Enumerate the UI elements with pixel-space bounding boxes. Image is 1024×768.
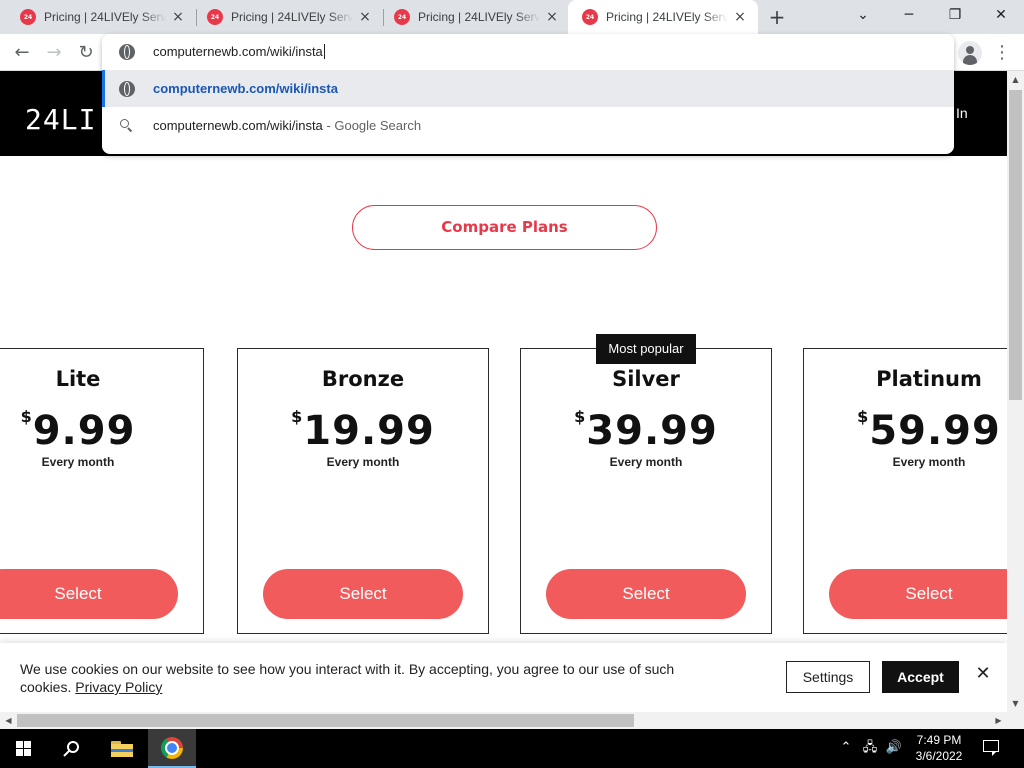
plan-price: $39.99 <box>574 407 718 454</box>
suggestion-text: computernewb.com/wiki/insta - Google Sea… <box>153 118 422 133</box>
taskbar-clock[interactable]: 7:49 PM 3/6/2022 <box>906 732 972 764</box>
search-icon <box>63 740 80 757</box>
plan-price: $59.99 <box>857 407 1001 454</box>
profile-avatar-icon[interactable] <box>958 41 982 65</box>
new-tab-button[interactable]: + <box>766 6 788 28</box>
search-icon <box>120 119 133 133</box>
select-plan-button[interactable]: Select <box>546 569 746 619</box>
back-icon[interactable]: ← <box>8 39 36 67</box>
forward-icon[interactable]: → <box>40 39 68 67</box>
tab-close-icon[interactable]: × <box>544 9 560 25</box>
cookie-banner: We use cookies on our website to see how… <box>0 643 1007 712</box>
tab-1[interactable]: 24 Pricing | 24LIVEly Serve × <box>6 0 196 34</box>
close-icon[interactable]: ✕ <box>973 664 993 684</box>
clock-time: 7:49 PM <box>916 733 962 747</box>
plan-card-platinum: Platinum $59.99 Every month Select <box>803 348 1007 634</box>
plan-card-silver: Silver $39.99 Every month Select <box>520 348 772 634</box>
browser-menu-icon[interactable]: ⋮ <box>992 40 1012 66</box>
plan-name: Platinum <box>876 367 982 391</box>
scroll-down-icon[interactable]: ▼ <box>1007 695 1024 712</box>
address-bar[interactable]: computernewb.com/wiki/insta <box>102 34 954 70</box>
windows-taskbar: ⌃ 🖧 🔊 7:49 PM 3/6/2022 <box>0 729 1024 768</box>
volume-icon[interactable]: 🔊 <box>884 740 904 756</box>
plan-period: Every month <box>892 455 966 469</box>
tab-title: Pricing | 24LIVEly Serve <box>606 10 728 24</box>
plan-period: Every month <box>41 455 115 469</box>
globe-icon <box>119 44 135 60</box>
scroll-left-icon[interactable]: ◀ <box>0 712 17 729</box>
reload-icon[interactable]: ↻ <box>72 39 100 67</box>
site-logo[interactable]: 24LI <box>25 103 96 136</box>
scroll-up-icon[interactable]: ▲ <box>1007 71 1024 88</box>
vertical-scrollbar[interactable]: ▲ ▼ <box>1007 71 1024 712</box>
tab-favicon-icon: 24 <box>20 9 36 25</box>
horizontal-scrollbar[interactable]: ◀ ▶ <box>0 712 1024 729</box>
plan-price: $9.99 <box>20 407 136 454</box>
file-explorer-button[interactable] <box>98 729 146 768</box>
plan-card-lite: Lite $9.99 Every month Select <box>0 348 204 634</box>
plan-period: Every month <box>326 455 400 469</box>
start-button[interactable] <box>0 729 48 768</box>
scrollbar-thumb[interactable] <box>17 714 634 727</box>
plan-card-bronze: Bronze $19.99 Every month Select <box>237 348 489 634</box>
omnibox-suggestion-url[interactable]: computernewb.com/wiki/insta <box>102 70 954 107</box>
plan-price: $19.99 <box>291 407 435 454</box>
suggestion-text: computernewb.com/wiki/insta <box>153 81 338 96</box>
omnibox-dropdown: computernewb.com/wiki/insta computernewb… <box>102 34 954 154</box>
network-icon[interactable]: 🖧 <box>861 740 879 756</box>
tab-strip: 24 Pricing | 24LIVEly Serve × 24 Pricing… <box>0 0 1024 34</box>
tab-favicon-icon: 24 <box>394 9 410 25</box>
globe-icon <box>119 81 135 97</box>
scroll-right-icon[interactable]: ▶ <box>990 712 1007 729</box>
close-window-icon[interactable]: ✕ <box>978 0 1024 30</box>
privacy-policy-link[interactable]: Privacy Policy <box>75 679 162 695</box>
clock-date: 3/6/2022 <box>915 749 963 763</box>
tab-close-icon[interactable]: × <box>170 9 186 25</box>
taskbar-search-button[interactable] <box>48 729 96 768</box>
tab-3[interactable]: 24 Pricing | 24LIVEly Serve × <box>380 0 570 34</box>
cookie-message: We use cookies on our website to see how… <box>20 661 675 695</box>
tab-4-active[interactable]: 24 Pricing | 24LIVEly Serve × <box>568 0 758 34</box>
tab-search-icon[interactable]: ⌄ <box>840 0 886 30</box>
select-plan-button[interactable]: Select <box>829 569 1007 619</box>
plan-name: Silver <box>612 367 680 391</box>
web-page: 24LI In Compare Plans Most popular Lite … <box>0 71 1007 712</box>
chevron-up-icon[interactable]: ⌃ <box>838 740 854 756</box>
tab-title: Pricing | 24LIVEly Serve <box>231 10 353 24</box>
tab-favicon-icon: 24 <box>207 9 223 25</box>
plan-period: Every month <box>609 455 683 469</box>
select-plan-button[interactable]: Select <box>263 569 463 619</box>
tab-title: Pricing | 24LIVEly Serve <box>418 10 540 24</box>
tab-close-icon[interactable]: × <box>357 9 373 25</box>
scrollbar-thumb[interactable] <box>1009 90 1022 400</box>
notification-icon[interactable] <box>982 739 1002 757</box>
windows-logo-icon <box>16 740 32 757</box>
most-popular-badge: Most popular <box>596 334 696 364</box>
compare-plans-button[interactable]: Compare Plans <box>352 205 657 250</box>
minimize-icon[interactable]: ─ <box>886 0 932 30</box>
chrome-taskbar-button[interactable] <box>148 729 196 768</box>
folder-icon <box>111 740 133 757</box>
select-plan-button[interactable]: Select <box>0 569 178 619</box>
omnibox-suggestion-search[interactable]: computernewb.com/wiki/insta - Google Sea… <box>102 107 954 144</box>
restore-icon[interactable]: ❐ <box>932 0 978 30</box>
plan-name: Lite <box>55 367 101 391</box>
cookie-settings-button[interactable]: Settings <box>786 661 870 693</box>
address-input[interactable]: computernewb.com/wiki/insta <box>153 44 325 59</box>
cookie-accept-button[interactable]: Accept <box>882 661 959 693</box>
header-login-link[interactable]: In <box>956 105 968 121</box>
tab-favicon-icon: 24 <box>582 9 598 25</box>
tab-2[interactable]: 24 Pricing | 24LIVEly Serve × <box>193 0 383 34</box>
tab-close-icon[interactable]: × <box>732 9 748 25</box>
chrome-icon <box>161 736 183 759</box>
screen: 24 Pricing | 24LIVEly Serve × 24 Pricing… <box>0 0 1024 768</box>
tab-title: Pricing | 24LIVEly Serve <box>44 10 166 24</box>
plan-name: Bronze <box>321 367 405 391</box>
